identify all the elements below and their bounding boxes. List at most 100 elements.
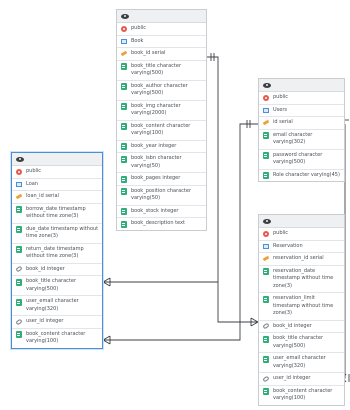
entity-row-text: book_title character varying(500) bbox=[26, 278, 76, 292]
column-icon bbox=[16, 226, 22, 233]
entity-row[interactable]: user_email character varying(320) bbox=[12, 296, 102, 316]
schema-icon bbox=[263, 94, 269, 101]
entity-row[interactable]: book_content character varying(100) bbox=[117, 121, 206, 141]
entity-row[interactable]: book_id serial bbox=[117, 48, 206, 61]
column-icon bbox=[263, 388, 269, 395]
entity-row[interactable]: book_pages integer bbox=[117, 173, 206, 186]
entity-row-text: book_id integer bbox=[273, 322, 312, 329]
entity-row[interactable]: book_year integer bbox=[117, 141, 206, 153]
entity-row-text: book_content character varying(100) bbox=[26, 330, 86, 345]
entity-row[interactable]: email character varying(302) bbox=[259, 130, 344, 150]
entity-row[interactable]: book_id integer bbox=[259, 321, 344, 333]
entity-row[interactable]: book_content character varying(100) bbox=[12, 329, 102, 348]
entity-row[interactable]: book_title character varying(500) bbox=[12, 276, 102, 296]
entity-row[interactable]: Reservation bbox=[259, 241, 344, 253]
entity-row-text: public bbox=[131, 25, 147, 31]
eye-icon[interactable] bbox=[263, 82, 271, 88]
key-icon bbox=[15, 193, 23, 200]
entity-row-text: borrow_date timestamp without time zone(… bbox=[26, 205, 86, 220]
entity-row[interactable]: book_title character varying(500) bbox=[117, 61, 206, 81]
edge-crowfoot-loan-user bbox=[102, 335, 111, 345]
entity-header[interactable] bbox=[259, 79, 344, 92]
entity-row[interactable]: reservation_date timestamp without time … bbox=[259, 266, 344, 293]
table-icon bbox=[121, 38, 127, 44]
entity-row[interactable]: due_date timestamp without time zone(3) bbox=[12, 224, 102, 244]
entity-row[interactable]: book_id integer bbox=[12, 264, 102, 276]
entity-row[interactable]: public bbox=[259, 92, 344, 105]
entity-header[interactable] bbox=[12, 153, 102, 166]
entity-row[interactable]: book_img character varying(2000) bbox=[117, 101, 206, 121]
entity-row-text: book_title character varying(500) bbox=[273, 335, 323, 349]
column-icon bbox=[121, 175, 127, 183]
entity-row-text: book_id integer bbox=[26, 265, 65, 272]
entity-row-text: book_title character varying(500) bbox=[131, 62, 181, 77]
eye-icon[interactable] bbox=[16, 156, 24, 162]
entity-row[interactable]: reservation_id serial bbox=[259, 253, 344, 266]
entity-row-text: book_img character varying(2000) bbox=[131, 102, 181, 117]
entity-row[interactable]: Book bbox=[117, 36, 206, 48]
entity-row-text: password character varying(500) bbox=[273, 151, 323, 166]
entity-row[interactable]: public bbox=[117, 23, 206, 36]
column-icon bbox=[263, 335, 269, 343]
entity-row[interactable]: book_position character varying(50) bbox=[117, 186, 206, 206]
entity-row-text: user_email character varying(320) bbox=[273, 355, 326, 369]
fk-icon bbox=[262, 375, 270, 382]
entity-row[interactable]: loan_id serial bbox=[12, 191, 102, 204]
entity-row-text: Reservation bbox=[273, 242, 303, 249]
entity-row[interactable]: public bbox=[12, 166, 102, 179]
entity-row[interactable]: id serial bbox=[259, 117, 344, 130]
column-icon bbox=[16, 331, 22, 338]
eye-icon[interactable] bbox=[263, 218, 271, 224]
entity-row-text: id serial bbox=[273, 119, 293, 125]
eye-icon[interactable] bbox=[121, 13, 129, 19]
entity-row-text: book_year integer bbox=[131, 142, 177, 149]
entity-row-text: Book bbox=[131, 37, 144, 44]
fk-icon bbox=[15, 318, 23, 325]
entity-row[interactable]: book_content character varying(100) bbox=[259, 386, 344, 405]
entity-loan[interactable]: public Loan loan_id serial borrow_date time… bbox=[11, 152, 103, 349]
column-icon bbox=[263, 172, 269, 179]
entity-row[interactable]: user_id integer bbox=[259, 373, 344, 386]
entity-row-text: book_description text bbox=[131, 220, 185, 226]
entity-row-text: book_content character varying(100) bbox=[131, 122, 191, 137]
entity-row[interactable]: public bbox=[259, 228, 344, 241]
entity-row-text: Users bbox=[273, 106, 288, 113]
column-icon bbox=[121, 143, 127, 150]
entity-row-text: book_content character varying(100) bbox=[273, 387, 333, 402]
entity-header[interactable] bbox=[259, 215, 344, 228]
column-icon bbox=[263, 268, 269, 275]
schema-icon bbox=[16, 168, 22, 175]
entity-row[interactable]: return_date timestamp without time zone(… bbox=[12, 244, 102, 264]
entity-row-text: loan_id serial bbox=[26, 193, 59, 199]
edge-crowfoot-loan-book bbox=[102, 277, 111, 287]
entity-row[interactable]: reservation_limit timestamp without time… bbox=[259, 293, 344, 321]
entity-reservation[interactable]: public Reservation reservation_id serial re… bbox=[258, 214, 345, 406]
entity-book[interactable]: public Book book_id serial book_title chara… bbox=[116, 9, 207, 231]
entity-users[interactable]: public Users id serial email character vary… bbox=[258, 78, 345, 182]
entity-row[interactable]: user_email character varying(320) bbox=[259, 353, 344, 373]
table-icon bbox=[263, 107, 269, 113]
entity-row-text: book_author character varying(500) bbox=[131, 82, 188, 97]
edge-marker-one-book bbox=[210, 53, 215, 61]
entity-row[interactable]: user_id integer bbox=[12, 316, 102, 329]
schema-icon bbox=[121, 25, 127, 32]
table-icon bbox=[16, 181, 22, 187]
entity-row[interactable]: book_description text bbox=[117, 218, 206, 230]
column-icon bbox=[121, 155, 127, 163]
entity-row[interactable]: book_isbn character varying(50) bbox=[117, 153, 206, 173]
entity-row[interactable]: Users bbox=[259, 105, 344, 117]
entity-header[interactable] bbox=[117, 10, 206, 23]
key-icon bbox=[262, 119, 270, 126]
column-icon bbox=[263, 355, 269, 363]
entity-row-text: book_pages integer bbox=[131, 175, 181, 181]
entity-row[interactable]: password character varying(500) bbox=[259, 150, 344, 170]
entity-row-text: Loan bbox=[26, 180, 38, 187]
entity-row[interactable]: book_title character varying(500) bbox=[259, 333, 344, 353]
column-icon bbox=[263, 152, 269, 159]
entity-row[interactable]: Loan bbox=[12, 179, 102, 191]
entity-row[interactable]: book_author character varying(500) bbox=[117, 81, 206, 101]
column-icon bbox=[121, 123, 127, 130]
entity-row[interactable]: Role character varying(45) bbox=[259, 170, 344, 182]
entity-row[interactable]: book_stock integer bbox=[117, 206, 206, 218]
entity-row[interactable]: borrow_date timestamp without time zone(… bbox=[12, 204, 102, 224]
